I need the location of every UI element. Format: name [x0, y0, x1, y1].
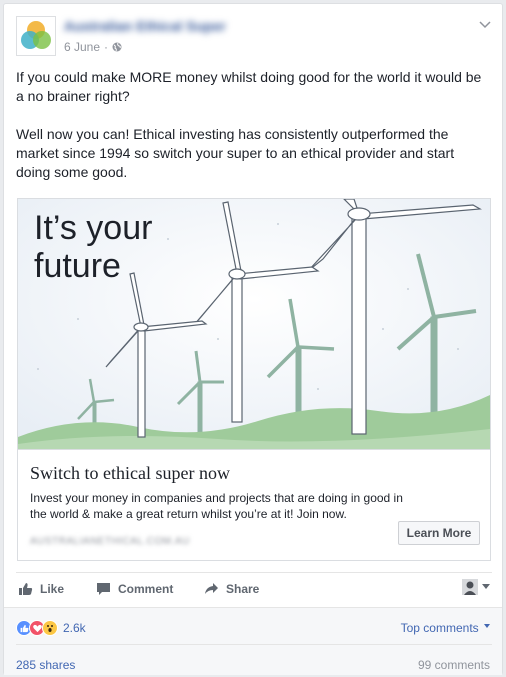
- reaction-summary[interactable]: 2.6k: [16, 620, 86, 636]
- hero-image[interactable]: It’s your future: [18, 199, 490, 450]
- page-name[interactable]: Australian Ethical Super: [64, 18, 226, 34]
- learn-more-button[interactable]: Learn More: [398, 521, 480, 545]
- comment-label: Comment: [118, 582, 174, 596]
- share-arrow-icon: [205, 583, 218, 594]
- post-meta: 6 June ·: [64, 40, 122, 54]
- like-label: Like: [40, 582, 65, 596]
- link-title[interactable]: Switch to ethical super now: [30, 463, 230, 484]
- share-button[interactable]: Share: [204, 582, 259, 596]
- top-comments-dropdown[interactable]: Top comments: [401, 621, 490, 635]
- page-avatar[interactable]: [16, 16, 56, 56]
- meta-separator: ·: [104, 40, 109, 54]
- footer-divider: [16, 644, 492, 645]
- share-label: Share: [226, 582, 260, 596]
- post-as-selector[interactable]: [462, 579, 490, 595]
- post-date[interactable]: 6 June: [64, 40, 100, 54]
- chevron-down-icon[interactable]: [478, 20, 492, 30]
- post-footer: 2.6k Top comments 285 shares 99 comments: [4, 607, 502, 675]
- comment-button[interactable]: Comment: [96, 582, 173, 596]
- caret-down-icon: [484, 623, 490, 628]
- post-header: Australian Ethical Super 6 June ·: [16, 16, 492, 60]
- post-paragraph: If you could make MORE money whilst doin…: [16, 69, 482, 104]
- hero-headline: It’s your future: [34, 209, 152, 285]
- link-domain: AUSTRALIANETHICAL.COM.AU: [30, 536, 190, 547]
- link-description: Invest your money in companies and proje…: [30, 491, 403, 521]
- thumbs-up-icon: [19, 583, 33, 595]
- comments-count[interactable]: 99 comments: [418, 658, 490, 672]
- reaction-count[interactable]: 2.6k: [63, 621, 86, 635]
- shares-count[interactable]: 285 shares: [16, 658, 75, 672]
- page-logo-icon: [21, 21, 51, 49]
- top-comments-label: Top comments: [400, 621, 479, 635]
- post-text: If you could make MORE money whilst doin…: [16, 68, 492, 201]
- action-bar: Like Comment Share: [16, 572, 492, 604]
- link-preview[interactable]: It’s your future Switch to ethical super…: [17, 198, 491, 561]
- post-card: Australian Ethical Super 6 June · If you…: [3, 3, 503, 675]
- caret-down-icon: [482, 584, 490, 589]
- hero-line: future: [34, 247, 121, 285]
- wow-reaction-icon: [42, 620, 58, 636]
- viewer-avatar: [462, 579, 478, 595]
- like-button[interactable]: Like: [18, 582, 64, 596]
- hero-line: It’s your: [34, 209, 153, 247]
- globe-icon: [112, 42, 122, 52]
- comment-icon: [97, 583, 110, 595]
- post-paragraph: Well now you can! Ethical investing has …: [16, 126, 455, 180]
